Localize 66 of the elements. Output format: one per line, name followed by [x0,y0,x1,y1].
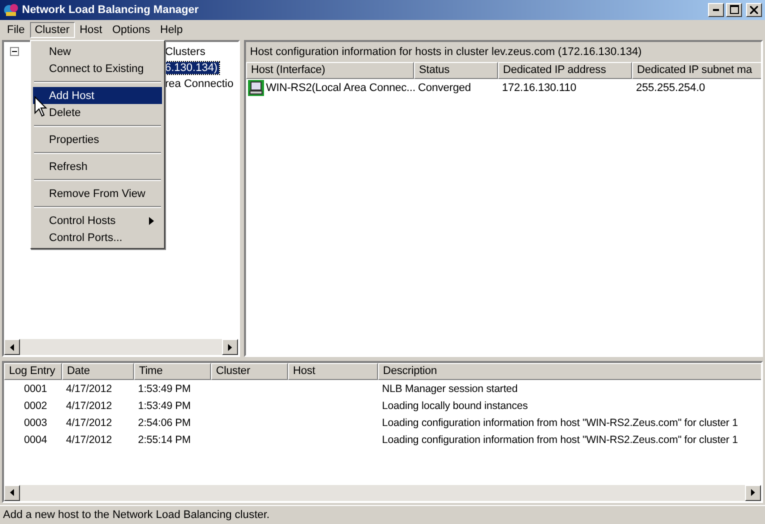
horizontal-scrollbar[interactable] [4,339,238,356]
column-header[interactable]: Time [134,363,211,380]
maximize-button[interactable] [726,2,742,17]
panel-heading: Host configuration information for hosts in cluster lev.zeus.com (172.16.130.134) [250,46,642,58]
table-cell: Loading configuration information from host "WIN-RS2.Zeus.com" for cluster 1 [382,416,738,429]
menu-item[interactable]: Control Ports... [33,229,162,246]
column-header[interactable]: Cluster [211,363,288,380]
minimize-icon [713,8,719,11]
table-cell: Loading locally bound instances [382,400,528,412]
column-header[interactable]: Description [378,363,761,380]
right-arrow-icon [751,489,755,496]
table-cell: 4/17/2012 [66,416,112,429]
menu-item[interactable]: Refresh [33,158,162,175]
cursor-icon [34,96,48,118]
menu-item[interactable]: Remove From View [33,185,162,202]
column-header[interactable]: Dedicated IP address [498,62,632,79]
menu-item[interactable]: Host [74,22,108,38]
menu-item[interactable]: Help [155,22,188,38]
computer-icon [248,80,264,96]
table-cell: 4/17/2012 [66,400,112,412]
menu-item[interactable]: Connect to Existing [33,60,162,77]
table-cell: 1:53:49 PM [138,400,191,412]
table-cell: 0002 [24,400,47,412]
menu-item[interactable]: Properties [33,131,162,148]
status-bar: Add a new host to the Network Load Balancing cluster. [0,504,765,524]
close-icon [750,6,758,14]
tree-item[interactable]: Clusters [164,46,206,58]
menu-item[interactable]: File [2,22,30,38]
table-cell: 0003 [24,416,47,429]
table-cell: 2:55:14 PM [138,434,191,446]
column-header[interactable]: Status [414,62,498,79]
window-title: Network Load Balancing Manager [22,4,199,16]
menu-item[interactable]: Add Host [33,87,162,104]
table-cell: Loading configuration information from host "WIN-RS2.Zeus.com" for cluster 1 [382,434,738,446]
table-cell-text: Converged [417,82,472,94]
column-header[interactable]: Host [288,363,378,380]
table-cell-text: 172.16.130.110 [501,82,578,94]
column-header[interactable]: Log Entry [4,363,62,380]
menu-item[interactable]: Delete [33,104,162,121]
tree-item[interactable]: 6.130.134) [164,62,219,74]
menu-item[interactable]: Options [107,22,156,38]
table-cell: 1:53:49 PM [138,382,191,395]
table-cell: 2:54:06 PM [138,416,191,429]
table-cell: 0004 [24,434,47,446]
collapse-icon[interactable] [10,46,19,56]
left-arrow-icon [10,489,14,496]
table-cell: WIN-RS2(Local Area Connec... [266,82,414,94]
minimize-button[interactable] [708,2,724,17]
menu-item[interactable]: Control Hosts [33,212,162,229]
menu-item[interactable]: New [33,43,162,60]
column-header[interactable]: Date [62,363,134,380]
right-arrow-icon [228,344,232,351]
tree-item[interactable]: rea Connectio [164,78,234,90]
table-cell: 4/17/2012 [66,382,112,395]
maximize-icon [730,5,738,14]
table-cell: NLB Manager session started [382,382,518,395]
table-cell: 4/17/2012 [66,434,112,446]
network-icon [3,2,19,18]
close-button[interactable] [746,2,762,17]
horizontal-scrollbar[interactable] [4,484,761,501]
table-cell: 0001 [24,382,47,395]
column-header[interactable]: Host (Interface) [246,62,414,79]
left-arrow-icon [10,344,14,351]
column-header[interactable]: Dedicated IP subnet ma [632,62,761,79]
table-cell-text: 255.255.254.0 [635,82,706,94]
menu-item[interactable]: Cluster [30,22,75,38]
